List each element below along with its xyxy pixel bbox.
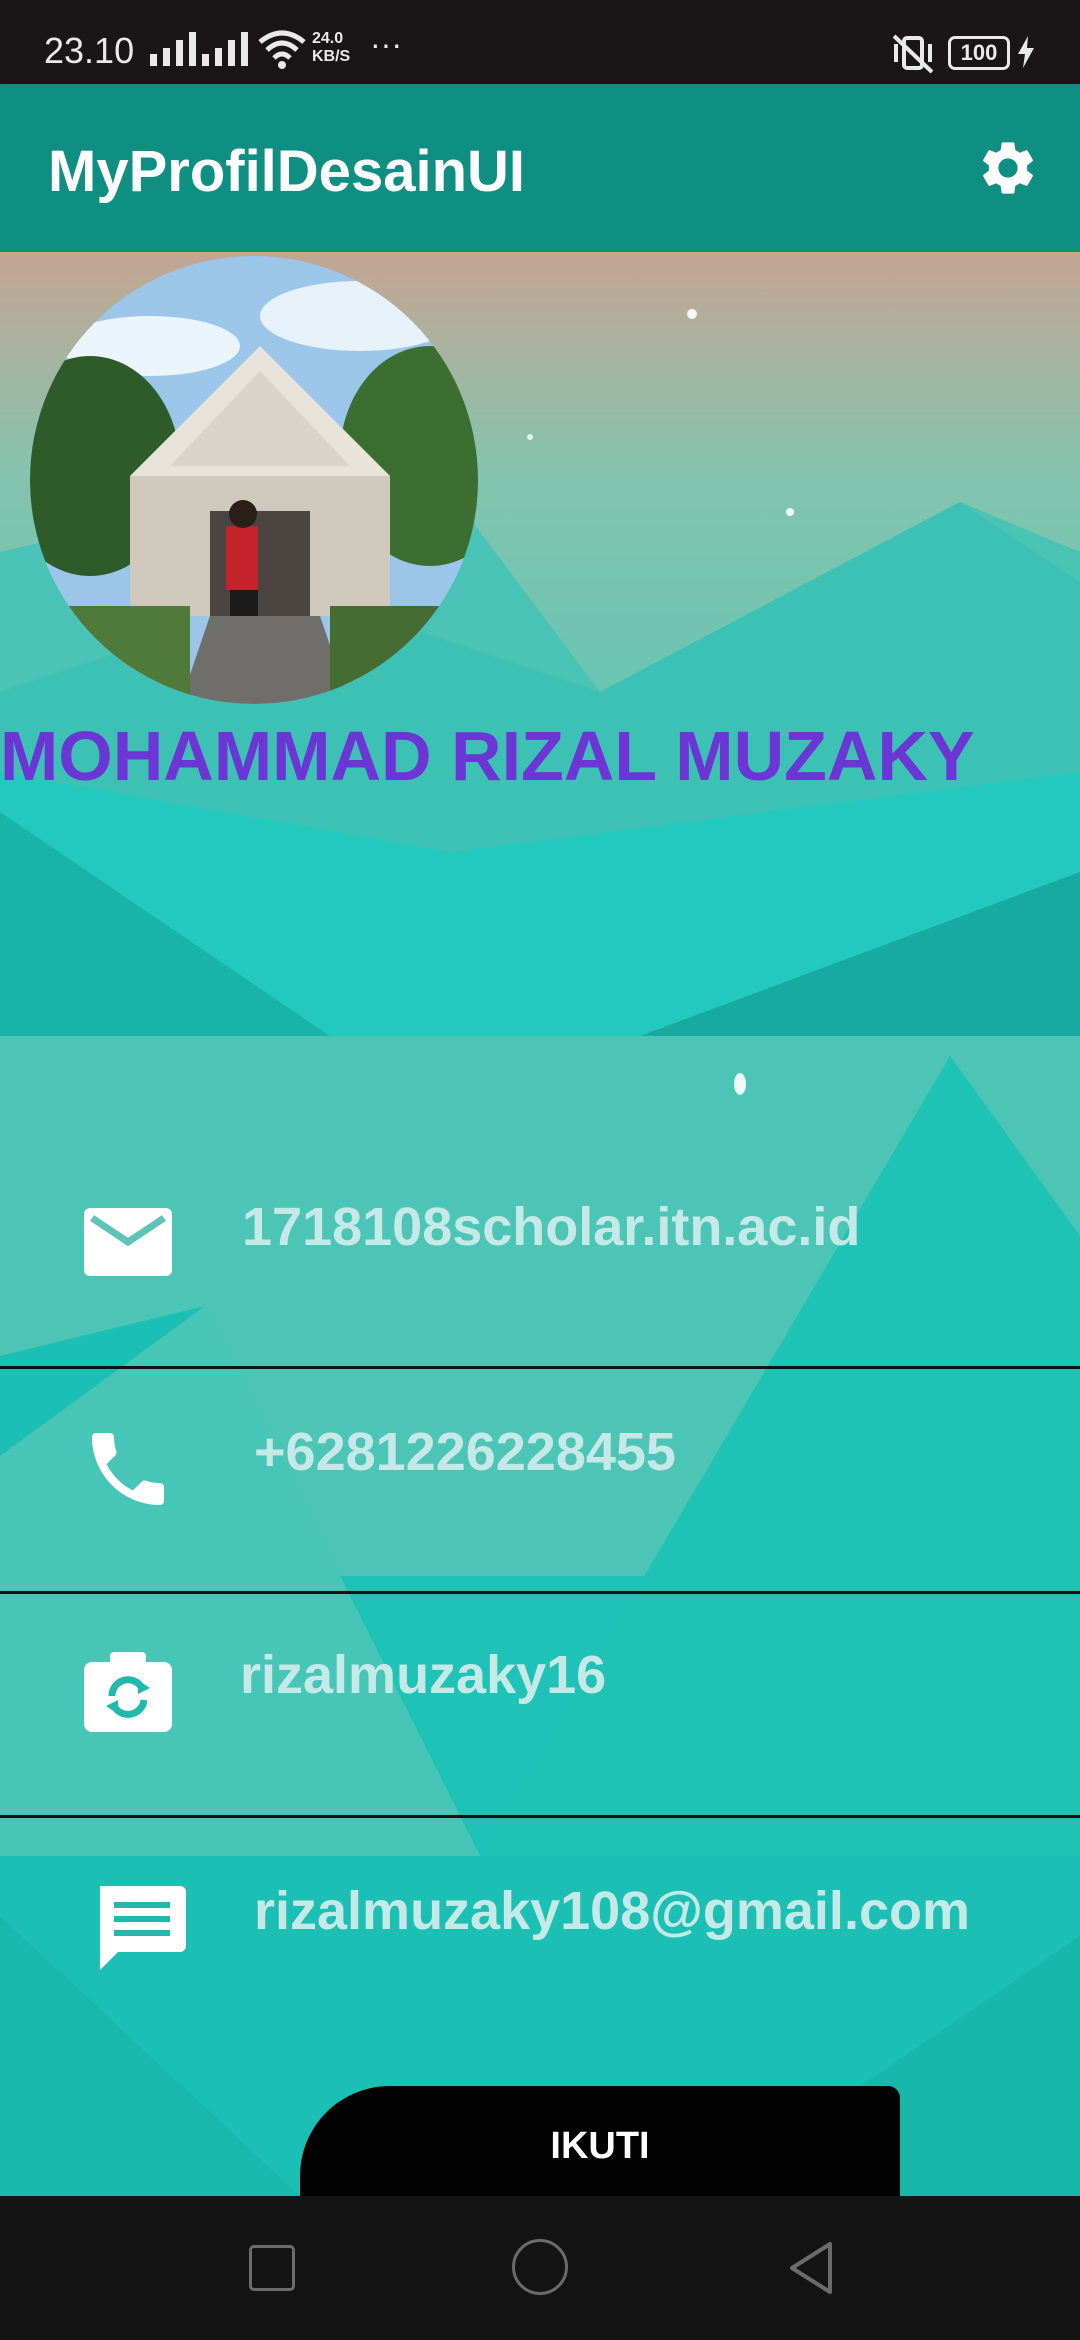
status-time: 23.10 bbox=[44, 30, 135, 71]
contact-row-email[interactable]: 1718108scholar.itn.ac.id bbox=[0, 1036, 1080, 1276]
contact-list: 1718108scholar.itn.ac.id +6281226228455 … bbox=[0, 1036, 1080, 2196]
network-speed-unit: KB/S bbox=[312, 48, 351, 65]
battery-indicator: 100 bbox=[948, 36, 1010, 70]
contact-value: +6281226228455 bbox=[254, 1422, 676, 1482]
vibrate-off-icon bbox=[892, 34, 934, 74]
contact-value: rizalmuzaky16 bbox=[240, 1645, 607, 1705]
profile-name: MOHAMMAD RIZAL MUZAKY bbox=[0, 717, 975, 795]
app-bar: MyProfilDesainUI bbox=[0, 84, 1080, 252]
contact-row-message[interactable]: rizalmuzaky108@gmail.com bbox=[0, 1818, 1080, 2042]
app-title: MyProfilDesainUI bbox=[48, 139, 525, 204]
mail-icon bbox=[84, 1208, 172, 1276]
home-button[interactable] bbox=[512, 2239, 568, 2295]
contact-value: 1718108scholar.itn.ac.id bbox=[242, 1197, 861, 1257]
wifi-icon bbox=[258, 30, 306, 69]
gear-icon[interactable] bbox=[976, 136, 1040, 200]
message-icon bbox=[100, 1886, 186, 1970]
profile-photo bbox=[30, 256, 478, 704]
camera-icon bbox=[84, 1652, 172, 1732]
network-speed-value: 24.0 bbox=[312, 30, 344, 47]
contact-row-phone[interactable]: +6281226228455 bbox=[0, 1369, 1080, 1593]
recent-apps-button[interactable] bbox=[249, 2245, 295, 2291]
follow-button[interactable]: IKUTI bbox=[300, 2086, 900, 2196]
avatar[interactable] bbox=[30, 256, 478, 704]
back-button[interactable] bbox=[786, 2240, 836, 2296]
status-bar: 23.10 24.0 KB/S ··· 100 bbox=[0, 0, 1080, 84]
contact-row-instagram[interactable]: rizalmuzaky16 bbox=[0, 1594, 1080, 1818]
phone-icon bbox=[92, 1433, 164, 1505]
more-notifications-icon: ··· bbox=[370, 26, 402, 62]
navigation-bar bbox=[0, 2196, 1080, 2340]
signal-icon bbox=[150, 30, 196, 66]
contact-value: rizalmuzaky108@gmail.com bbox=[254, 1881, 970, 1941]
network-speed: 24.0 KB/S bbox=[312, 30, 350, 66]
signal-icon bbox=[202, 30, 248, 66]
profile-header: MOHAMMAD RIZAL MUZAKY bbox=[0, 252, 1080, 1036]
charging-icon bbox=[1018, 36, 1034, 68]
